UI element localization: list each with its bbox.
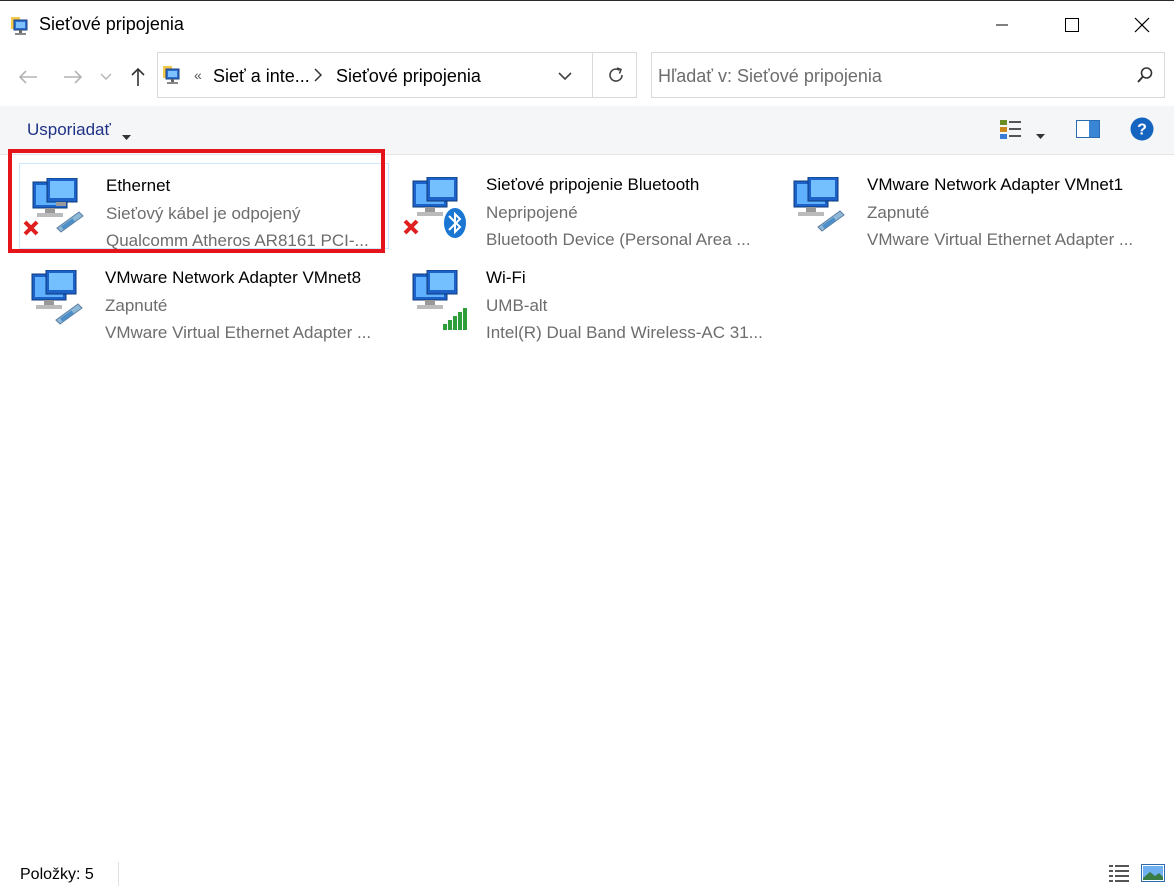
title-bar: Sieťové pripojenia xyxy=(0,1,1174,49)
close-button[interactable] xyxy=(1107,2,1174,48)
address-history-button[interactable] xyxy=(550,64,580,88)
caret-down-icon[interactable] xyxy=(122,127,131,145)
bluetooth-disconnected-icon xyxy=(403,176,467,241)
status-bar: Položky: 5 xyxy=(0,858,1174,891)
arrow-up-icon xyxy=(131,67,145,86)
item-device: Intel(R) Dual Band Wireless-AC 31... xyxy=(486,323,763,342)
minimize-icon xyxy=(996,24,1008,26)
up-button[interactable] xyxy=(123,63,153,91)
item-device: VMware Virtual Ethernet Adapter ... xyxy=(867,230,1134,249)
item-name: VMware Network Adapter VMnet1 xyxy=(867,175,1124,194)
back-button[interactable] xyxy=(13,63,43,91)
breadcrumb-network-connections[interactable]: Sieťové pripojenia xyxy=(336,66,481,87)
window-title: Sieťové pripojenia xyxy=(39,14,184,34)
breadcrumb-network-and-internet[interactable]: Sieť a inte... xyxy=(213,66,310,87)
maximize-icon xyxy=(1065,18,1079,32)
breadcrumb-overflow[interactable]: « xyxy=(194,67,202,83)
chevron-down-icon xyxy=(558,72,572,80)
caret-down-icon[interactable] xyxy=(1036,126,1045,144)
item-count: Položky: 5 xyxy=(20,866,94,883)
connection-item-bluetooth[interactable]: Sieťové pripojenie Bluetooth Nepripojené… xyxy=(400,163,770,249)
svg-text:?: ? xyxy=(1137,122,1147,139)
item-name: Wi-Fi xyxy=(486,268,526,287)
connection-item-wifi[interactable]: Wi-Fi UMB-alt Intel(R) Dual Band Wireles… xyxy=(400,256,770,342)
chevron-right-icon[interactable] xyxy=(314,68,323,87)
network-connections-icon xyxy=(11,16,31,36)
minimize-button[interactable] xyxy=(967,2,1037,48)
arrow-left-icon xyxy=(18,70,37,84)
connection-item-vmnet8[interactable]: VMware Network Adapter VMnet8 Zapnuté VM… xyxy=(19,256,389,342)
change-view-icon[interactable] xyxy=(998,117,1024,148)
status-separator xyxy=(118,862,119,886)
item-status: UMB-alt xyxy=(486,296,548,315)
refresh-icon xyxy=(608,67,623,82)
search-input[interactable]: Hľadať v: Sieťové pripojenia xyxy=(651,52,1165,98)
help-icon[interactable]: ? xyxy=(1130,117,1154,146)
item-name: Sieťové pripojenie Bluetooth xyxy=(486,175,700,194)
item-name: VMware Network Adapter VMnet8 xyxy=(105,268,362,287)
preview-pane-icon[interactable] xyxy=(1076,120,1100,143)
refresh-button[interactable] xyxy=(592,53,638,97)
network-connections-icon xyxy=(163,65,183,85)
maximize-button[interactable] xyxy=(1037,2,1107,48)
item-device: Bluetooth Device (Personal Area ... xyxy=(486,230,751,249)
item-status: Nepripojené xyxy=(486,203,578,222)
item-status: Zapnuté xyxy=(867,203,930,222)
connection-item-vmnet1[interactable]: VMware Network Adapter VMnet1 Zapnuté VM… xyxy=(781,163,1151,249)
arrow-right-icon xyxy=(64,70,83,84)
details-view-icon[interactable] xyxy=(1108,862,1130,889)
item-status: Zapnuté xyxy=(105,296,168,315)
search-placeholder: Hľadať v: Sieťové pripojenia xyxy=(658,66,882,86)
chevron-down-icon xyxy=(100,73,112,80)
organize-menu-button[interactable]: Usporiadať xyxy=(27,120,111,140)
large-icons-view-icon[interactable] xyxy=(1141,862,1165,889)
search-icon[interactable] xyxy=(1136,66,1154,89)
ethernet-enabled-icon xyxy=(22,269,86,334)
forward-button[interactable] xyxy=(58,63,88,91)
command-bar: Usporiadať ? xyxy=(0,106,1174,155)
close-icon xyxy=(1134,17,1150,33)
wifi-signal-icon xyxy=(403,269,467,334)
item-device: VMware Virtual Ethernet Adapter ... xyxy=(105,323,372,342)
address-bar[interactable]: « Sieť a inte... Sieťové pripojenia xyxy=(157,52,637,98)
recent-locations-button[interactable] xyxy=(94,63,118,91)
ethernet-enabled-icon xyxy=(784,176,848,241)
highlight-annotation-box xyxy=(8,149,385,253)
